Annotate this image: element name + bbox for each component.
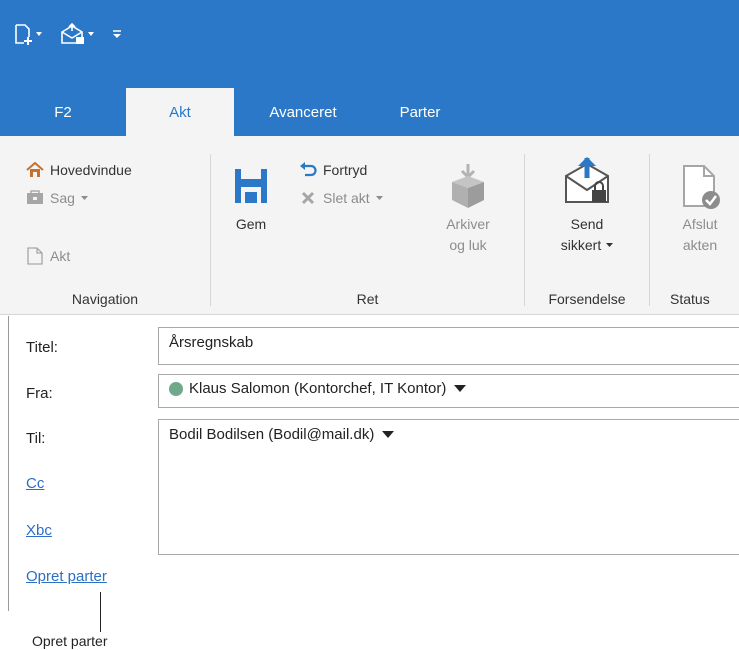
gem-button[interactable]: Gem (223, 158, 279, 235)
new-document-icon (15, 24, 32, 45)
arkiver-label-2: og luk (449, 237, 487, 253)
fra-value: Klaus Salomon (Kontorchef, IT Kontor) (189, 380, 447, 397)
customize-toolbar-icon (113, 30, 121, 38)
til-value-wrap: Bodil Bodilsen (Bodil@mail.dk) (169, 426, 395, 443)
send-secure-quick-button[interactable] (60, 20, 94, 48)
tab-parter[interactable]: Parter (372, 88, 468, 136)
ret-group-label: Ret (356, 291, 379, 307)
dropdown-arrow-icon[interactable] (454, 385, 467, 392)
xbc-link[interactable]: Xbc (26, 522, 52, 539)
titel-value: Årsregnskab (169, 334, 254, 351)
forsendelse-group: Send sikkert Forsendelse (525, 136, 649, 315)
case-folder-icon (26, 189, 44, 207)
new-document-button[interactable] (14, 20, 42, 48)
status-group: Afslut akten Status (650, 136, 739, 315)
slet-akt-button[interactable]: Slet akt (299, 186, 383, 210)
gem-label: Gem (235, 216, 267, 232)
ret-group: Gem Fortryd Slet akt Arkiver og luk Ret (211, 136, 524, 315)
chevron-down-icon (375, 195, 383, 200)
delete-icon (299, 189, 317, 207)
opret-parter-link[interactable]: Opret parter (26, 568, 107, 585)
recipients-field[interactable]: Bodil Bodilsen (Bodil@mail.dk) (158, 419, 739, 555)
til-value: Bodil Bodilsen (Bodil@mail.dk) (169, 426, 375, 443)
undo-icon (299, 161, 317, 179)
send-sikkert-button[interactable]: Send sikkert (547, 150, 627, 256)
slet-akt-label: Slet akt (323, 190, 370, 206)
customize-toolbar-button[interactable] (112, 20, 122, 48)
fortryd-label: Fortryd (323, 162, 368, 178)
quick-access-toolbar (14, 20, 122, 48)
afslut-label-1: Afslut (682, 216, 718, 232)
hovedvindue-label: Hovedvindue (50, 162, 132, 178)
status-group-label: Status (670, 291, 710, 307)
forsendelse-group-label: Forsendelse (548, 291, 626, 307)
title-bar: F2 Akt Avanceret Parter (0, 0, 739, 136)
home-icon (26, 161, 44, 179)
afslut-akten-button[interactable]: Afslut akten (670, 158, 730, 256)
tab-avanceret[interactable]: Avanceret (234, 88, 372, 136)
sag-button[interactable]: Sag (26, 186, 88, 210)
arkiver-og-luk-button[interactable]: Arkiver og luk (433, 158, 503, 256)
navigation-group-label: Navigation (71, 291, 139, 307)
send-secure-icon (61, 23, 84, 44)
akt-label: Akt (50, 248, 71, 264)
fra-label: Fra: (26, 385, 53, 402)
fortryd-button[interactable]: Fortryd (299, 158, 367, 182)
send-label-2: sikkert (560, 237, 602, 253)
cc-link[interactable]: Cc (26, 475, 44, 492)
send-label-2-wrap: sikkert (560, 235, 614, 256)
afslut-label-2: akten (682, 237, 718, 253)
titel-input[interactable]: Årsregnskab (158, 327, 739, 365)
titel-label: Titel: (26, 339, 58, 356)
sag-label: Sag (50, 190, 75, 206)
hovedvindue-button[interactable]: Hovedvindue (26, 158, 132, 182)
tab-akt[interactable]: Akt (126, 88, 234, 136)
send-label-1: Send (570, 216, 604, 232)
chevron-down-icon (606, 243, 614, 247)
til-label: Til: (26, 430, 46, 447)
presence-status-icon (169, 381, 183, 396)
akt-button[interactable]: Akt (26, 244, 70, 268)
save-icon (225, 158, 277, 214)
fra-field[interactable]: Klaus Salomon (Kontorchef, IT Kontor) (158, 374, 739, 408)
ribbon: Hovedvindue Sag Akt Navigation Gem Fortr… (0, 136, 739, 315)
send-secure-envelope-icon (561, 150, 613, 214)
callout-label: Opret parter (32, 633, 108, 649)
form-left-border (8, 316, 9, 611)
finish-document-icon (674, 158, 726, 214)
callout-line (100, 592, 101, 632)
chevron-down-icon (80, 195, 88, 200)
dropdown-arrow-icon[interactable] (382, 431, 395, 438)
ribbon-tabs: F2 Akt Avanceret Parter (0, 88, 468, 136)
chevron-down-icon (36, 32, 42, 36)
navigation-group: Hovedvindue Sag Akt Navigation (0, 136, 210, 315)
tab-f2[interactable]: F2 (0, 88, 126, 136)
chevron-down-icon (88, 32, 94, 36)
fra-value-wrap: Klaus Salomon (Kontorchef, IT Kontor) (169, 380, 467, 397)
arkiver-label-1: Arkiver (446, 216, 490, 232)
document-icon (26, 247, 44, 265)
archive-box-icon (442, 158, 494, 214)
